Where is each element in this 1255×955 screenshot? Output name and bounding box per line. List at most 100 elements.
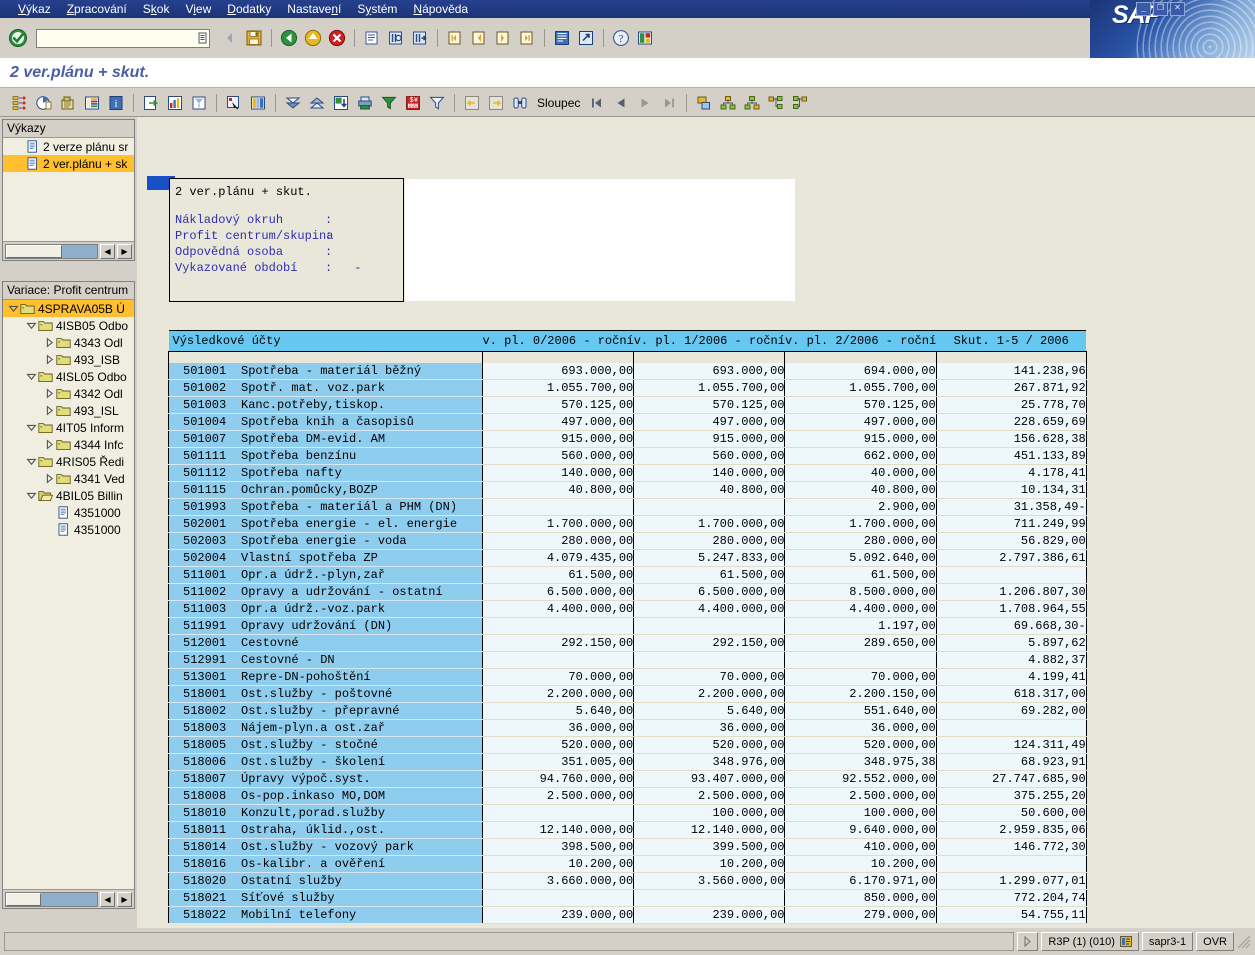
help-icon[interactable]: ? [610, 27, 632, 49]
table-row[interactable]: 511002 Opravy a udržování - ostatní 6.500.… [168, 583, 1087, 601]
table-cell-plan1[interactable]: 5.247.833,00 [633, 549, 786, 567]
table-cell-plan2[interactable]: 40.800,00 [784, 481, 937, 499]
table-cell-actual[interactable]: 228.659,69 [935, 413, 1087, 431]
table-cell-account[interactable]: 518001 Ost.služby - poštovné [168, 685, 483, 703]
table-cell-account[interactable]: 501001 Spotřeba - materiál běžný [168, 363, 483, 380]
table-row[interactable]: 518003 Nájem-plyn.a ost.zař 36.000,00 36.00… [168, 719, 1087, 737]
table-row[interactable]: 511991 Opravy udržování (DN) 1.197,00 69.66… [168, 617, 1087, 635]
next-page-icon[interactable] [492, 27, 514, 49]
status-menu-icon[interactable] [1119, 936, 1132, 947]
table-cell-plan2[interactable]: 1.055.700,00 [784, 379, 937, 397]
table-cell-plan2[interactable]: 61.500,00 [784, 566, 937, 584]
chevron-right-icon[interactable] [43, 387, 56, 400]
status-server[interactable]: sapr3-1 [1141, 932, 1194, 951]
menu-item-skok[interactable]: Skok [135, 0, 178, 18]
status-expand-icon[interactable] [1017, 932, 1039, 951]
table-cell-plan2[interactable]: 694.000,00 [784, 363, 937, 380]
table-cell-actual[interactable]: 146.772,30 [935, 838, 1087, 856]
resize-grip[interactable] [1237, 935, 1251, 949]
table-row[interactable]: 501001 Spotřeba - materiál běžný 693.000,0… [168, 363, 1087, 380]
table-cell-actual[interactable] [935, 855, 1087, 873]
table-cell-actual[interactable]: 267.871,92 [935, 379, 1087, 397]
table-row[interactable]: 501112 Spotřeba nafty 140.000,00 140.000,00… [168, 464, 1087, 482]
window-controls[interactable]: _ ❐ ✕ [1136, 2, 1185, 16]
find-next-icon[interactable] [409, 27, 431, 49]
table-row[interactable]: 518016 Os-kalibr. a ověření 10.200,00 10.20… [168, 855, 1087, 873]
application-toolbar[interactable]: i $ ¥ 100 Sloupec [0, 89, 1255, 117]
table-cell-plan0[interactable]: 10.200,00 [481, 855, 635, 873]
print-list-icon[interactable] [354, 92, 376, 114]
variation-scroll-right-button[interactable]: ▶ [117, 891, 132, 907]
table-cell-plan1[interactable]: 5.640,00 [633, 702, 786, 720]
table-cell-plan0[interactable]: 6.500.000,00 [481, 583, 635, 601]
table-cell-plan1[interactable]: 3.560.000,00 [633, 872, 786, 890]
table-row[interactable]: 501111 Spotřeba benzínu 560.000,00 560.000,… [168, 447, 1087, 465]
table-cell-plan2[interactable]: 279.000,00 [784, 906, 937, 924]
table-cell-plan0[interactable]: 520.000,00 [481, 736, 635, 754]
variation-tree-node[interactable]: 4ISB05 Odbo [3, 317, 134, 334]
customize-local-layout-icon[interactable] [634, 27, 656, 49]
first-page-icon[interactable] [444, 27, 466, 49]
table-cell-plan0[interactable]: 292.150,00 [481, 634, 635, 652]
create-shortcut-icon[interactable] [575, 27, 597, 49]
table-cell-plan1[interactable]: 560.000,00 [633, 447, 786, 465]
command-field[interactable] [36, 28, 196, 48]
table-cell-account[interactable]: 518010 Konzult,porad.služby [168, 804, 483, 822]
table-cell-plan2[interactable]: 915.000,00 [784, 430, 937, 448]
table-row[interactable]: 513001 Repre-DN-pohoštění 70.000,00 70.000,… [168, 668, 1087, 686]
table-row[interactable]: 501003 Kanc.potřeby,tiskop. 570.125,00 570.… [168, 396, 1087, 414]
table-cell-actual[interactable]: 618.317,00 [935, 685, 1087, 703]
table-row[interactable]: 518006 Ost.služby - školení 351.005,00 348.… [168, 753, 1087, 771]
table-cell-actual[interactable] [935, 719, 1087, 737]
chevron-right-icon[interactable] [43, 472, 56, 485]
table-cell-account[interactable]: 501002 Spotř. mat. voz.park [168, 379, 483, 397]
table-cell-account[interactable]: 502001 Spotřeba energie - el. energie [168, 515, 483, 533]
variation-tree-node[interactable]: 4343 Odl [3, 334, 134, 351]
table-cell-plan0[interactable]: 239.000,00 [481, 906, 635, 924]
menubar[interactable]: Výkaz Zpracování Skok View Dodatky Nastavení S… [0, 0, 1090, 18]
table-cell-plan1[interactable]: 280.000,00 [633, 532, 786, 550]
table-cell-plan0[interactable]: 570.125,00 [481, 396, 635, 414]
system-toolbar[interactable]: ? [0, 18, 1090, 58]
table-cell-account[interactable]: 501003 Kanc.potřeby,tiskop. [168, 396, 483, 414]
table-cell-plan2[interactable] [784, 651, 937, 669]
status-insert-mode[interactable]: OVR [1196, 932, 1234, 951]
first-icon[interactable] [586, 92, 608, 114]
report-overview-icon[interactable] [33, 92, 55, 114]
cancel-red-icon[interactable] [326, 27, 348, 49]
table-row[interactable]: 518014 Ost.služby - vozový park 398.500,00… [168, 838, 1087, 856]
table-cell-account[interactable]: 513001 Repre-DN-pohoštění [168, 668, 483, 686]
graphics-icon[interactable] [164, 92, 186, 114]
table-row[interactable]: 502001 Spotřeba energie - el. energie 1.70… [168, 515, 1087, 533]
table-cell-actual[interactable]: 69.282,00 [935, 702, 1087, 720]
close-icon[interactable]: ✕ [1170, 2, 1185, 16]
table-cell-plan1[interactable]: 36.000,00 [633, 719, 786, 737]
col-header-plan2[interactable]: v. pl. 2/2006 - roční [784, 330, 937, 352]
table-row[interactable]: 518020 Ostatní služby 3.660.000,00 3.560.00… [168, 872, 1087, 890]
reports-scroll-row[interactable]: ◀ ▶ [3, 241, 134, 260]
table-cell-plan0[interactable]: 560.000,00 [481, 447, 635, 465]
menu-item-dodatky[interactable]: Dodatky [219, 0, 279, 18]
table-cell-plan2[interactable]: 9.640.000,00 [784, 821, 937, 839]
detail-list-icon[interactable] [81, 92, 103, 114]
enter-check-icon[interactable] [6, 27, 30, 49]
table-cell-plan0[interactable]: 94.760.000,00 [481, 770, 635, 788]
variation-scroll-left-button[interactable]: ◀ [100, 891, 115, 907]
hierarchy-up-icon[interactable] [717, 92, 739, 114]
print-icon[interactable] [361, 27, 383, 49]
menu-item-v-kaz[interactable]: Výkaz [10, 0, 59, 18]
table-cell-actual[interactable]: 25.778,70 [935, 396, 1087, 414]
table-cell-plan1[interactable] [633, 617, 786, 635]
variation-tree-node[interactable]: 4344 Infc [3, 436, 134, 453]
table-row[interactable]: 502003 Spotřeba energie - voda 280.000,00 2… [168, 532, 1087, 550]
variation-tree[interactable]: 4SPRAVA05B Ú 4ISB05 Odbo 4343 Odl 493_ISB 4I… [3, 300, 134, 889]
table-cell-account[interactable]: 501993 Spotřeba - materiál a PHM (DN) [168, 498, 483, 516]
report-tree-item[interactable]: 2 verze plánu sr [3, 138, 134, 155]
table-cell-actual[interactable]: 69.668,30- [935, 617, 1087, 635]
table-cell-actual[interactable]: 156.628,38 [935, 430, 1087, 448]
table-cell-plan1[interactable]: 1.055.700,00 [633, 379, 786, 397]
table-cell-plan1[interactable]: 399.500,00 [633, 838, 786, 856]
chevron-right-icon[interactable] [43, 438, 56, 451]
col-header-accounts[interactable]: Výsledkové účty [168, 330, 483, 352]
table-row[interactable]: 501115 Ochran.pomůcky,BOZP 40.800,00 40.800… [168, 481, 1087, 499]
